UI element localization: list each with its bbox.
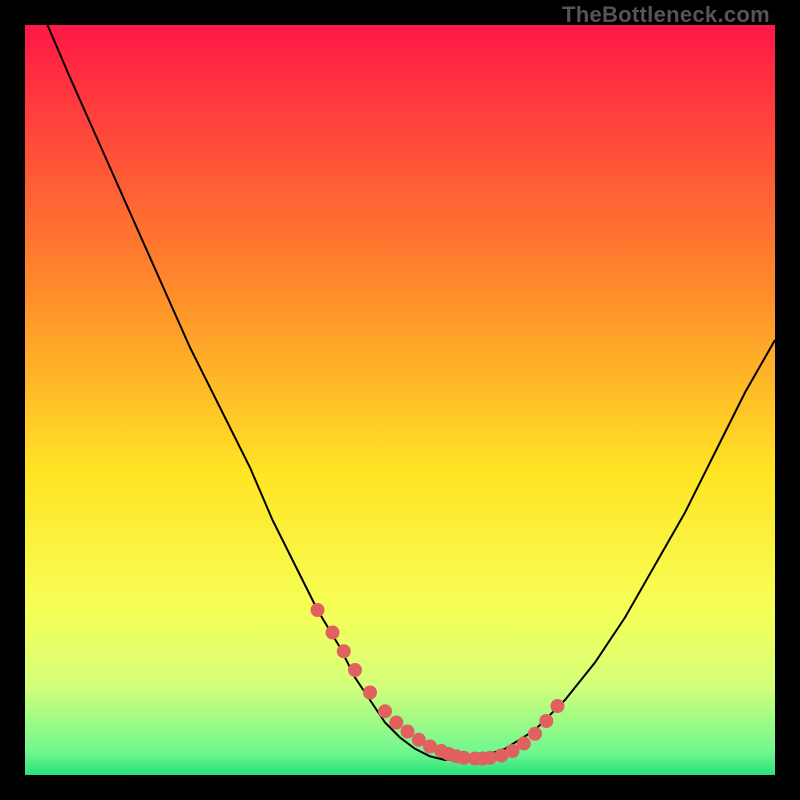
range-dot bbox=[401, 725, 415, 739]
range-dot bbox=[363, 686, 377, 700]
range-dot bbox=[337, 644, 351, 658]
range-dot bbox=[551, 699, 565, 713]
chart-canvas bbox=[25, 25, 775, 775]
gradient-background bbox=[25, 25, 775, 775]
range-dot bbox=[539, 714, 553, 728]
range-dot bbox=[389, 716, 403, 730]
watermark-text: TheBottleneck.com bbox=[562, 2, 770, 28]
outer-frame: TheBottleneck.com bbox=[0, 0, 800, 800]
range-dot bbox=[378, 704, 392, 718]
range-dot bbox=[517, 737, 531, 751]
range-dot bbox=[326, 626, 340, 640]
chart-svg bbox=[25, 25, 775, 775]
range-dot bbox=[528, 727, 542, 741]
range-dot bbox=[311, 603, 325, 617]
range-dot bbox=[348, 663, 362, 677]
